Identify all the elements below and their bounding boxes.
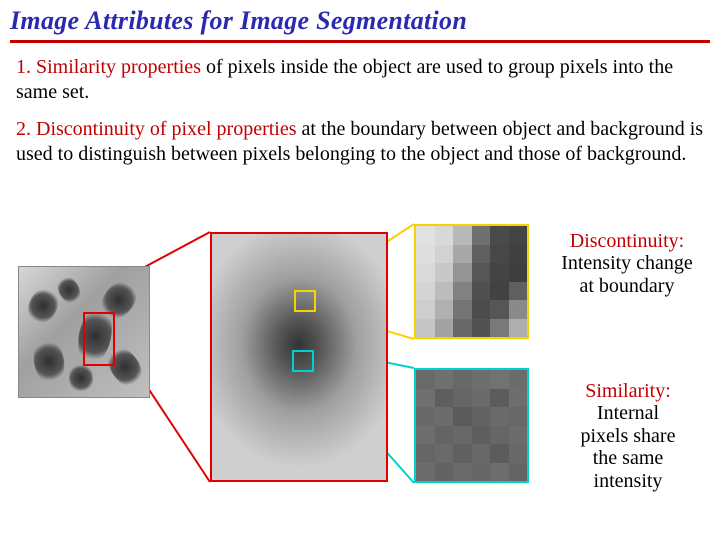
disc-body-l1: Intensity change — [561, 252, 693, 274]
disc-head: Discontinuity: — [570, 230, 684, 252]
sim-body-l3: the same — [593, 447, 664, 469]
sim-head: Similarity: — [585, 380, 671, 402]
pixel-grid-icon — [416, 226, 527, 337]
cyan-sample-box — [292, 350, 314, 372]
paragraph-similarity: 1. Similarity properties of pixels insid… — [0, 53, 720, 115]
para2-lead: 2. Discontinuity of pixel properties — [16, 118, 297, 140]
source-image — [18, 266, 150, 398]
similarity-annotation: Similarity: Internal pixels share the sa… — [548, 380, 708, 492]
similarity-zoom — [414, 368, 529, 483]
slide-title: Image Attributes for Image Segmentation — [0, 0, 720, 38]
paragraph-discontinuity: 2. Discontinuity of pixel properties at … — [0, 115, 720, 177]
sim-body-l4: intensity — [594, 470, 663, 492]
para1-lead: 1. Similarity properties — [16, 56, 201, 78]
cell-blob — [30, 337, 67, 387]
sim-body-l1: Internal — [597, 402, 659, 424]
discontinuity-zoom — [414, 224, 529, 339]
yellow-sample-box — [294, 290, 316, 312]
sim-body-l2: pixels share — [581, 425, 676, 447]
title-underline — [10, 40, 710, 43]
zoomed-cell — [210, 232, 388, 482]
pixel-grid-icon — [416, 370, 527, 481]
discontinuity-annotation: Discontinuity: Intensity change at bound… — [538, 230, 716, 297]
disc-body-l2: at boundary — [580, 275, 675, 297]
figure-area: Discontinuity: Intensity change at bound… — [0, 220, 720, 540]
red-selection-box — [83, 312, 115, 366]
cell-blob — [69, 363, 93, 393]
